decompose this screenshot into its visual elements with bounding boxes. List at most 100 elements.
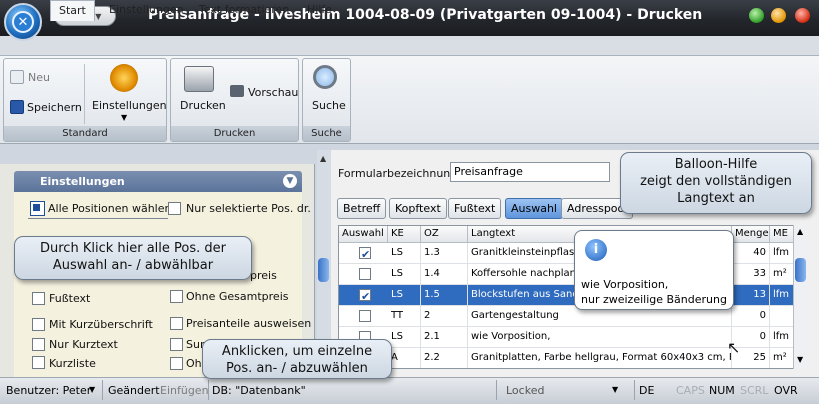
row-checkbox[interactable]	[359, 268, 371, 280]
column-header[interactable]: KE	[388, 226, 421, 243]
select-all-checkbox[interactable]	[30, 201, 45, 216]
cell-menge: 13	[732, 285, 770, 306]
cell-me: lfm	[770, 285, 794, 306]
chevron-down-icon[interactable]: ▼	[797, 355, 803, 364]
cell-oz: 2.2	[421, 348, 468, 368]
print-button[interactable]: Drucken	[180, 99, 226, 112]
save-button[interactable]: Speichern	[27, 101, 82, 114]
nur-kurztext-label: Nur Kurztext	[49, 338, 118, 351]
chevron-up-icon[interactable]: ▲	[320, 154, 326, 163]
divider	[208, 380, 209, 400]
cell-langtext: wie Vorposition,	[468, 327, 732, 348]
ohne-gesamtpreis-checkbox[interactable]	[170, 290, 183, 303]
cell-oz: 1.3	[421, 243, 468, 264]
divider	[496, 380, 497, 400]
column-header[interactable]: ME	[770, 226, 794, 243]
cell-menge: 40	[732, 243, 770, 264]
maximize-button[interactable]	[771, 8, 786, 23]
cell-me: m²	[770, 348, 794, 368]
status-ovr: OVR	[774, 384, 798, 397]
divider	[28, 218, 168, 219]
chevron-down-icon[interactable]: ▼	[89, 385, 95, 394]
scroll-grip[interactable]	[795, 258, 806, 282]
select-all-callout: Durch Klick hier alle Pos. der Auswahl a…	[14, 236, 252, 280]
status-lang: DE	[639, 384, 655, 397]
ohr-checkbox[interactable]	[170, 357, 183, 370]
status-locked[interactable]: Locked	[506, 384, 544, 397]
chevron-down-icon[interactable]: ▼	[121, 113, 127, 122]
balloon-text: Durch Klick hier alle Pos. der	[40, 241, 226, 256]
select-all-label: Alle Positionen wählen	[48, 202, 172, 215]
app-menu-button[interactable]: ✕	[4, 3, 42, 41]
tab-hilfe[interactable]: Hilfe	[299, 0, 340, 20]
info-icon: i	[585, 239, 607, 261]
table-scrollbar[interactable]: ▲ ▼	[793, 225, 808, 369]
settings-header[interactable]: Einstellungen ▼	[14, 171, 302, 192]
option-label-preis: preis	[250, 269, 277, 282]
tab-kopftext[interactable]: Kopftext	[389, 198, 447, 219]
kurzliste-checkbox[interactable]	[32, 356, 45, 369]
sum-checkbox[interactable]	[170, 338, 183, 351]
kurzueberschrift-label: Mit Kurzüberschrift	[49, 318, 153, 331]
tab-start[interactable]: Start	[50, 0, 95, 21]
ribbon-tab-row	[0, 36, 819, 56]
selected-only-label: Nur selektierte Pos. dr.	[186, 202, 311, 215]
preisanteile-checkbox[interactable]	[170, 317, 183, 330]
cell-oz: 1.5	[421, 285, 468, 306]
balloon-text: Langtext an	[677, 191, 755, 206]
cell-menge: 33	[732, 264, 770, 285]
column-header[interactable]: OZ	[421, 226, 468, 243]
column-header[interactable]: Menge	[732, 226, 770, 243]
minimize-button[interactable]	[749, 8, 764, 23]
close-button[interactable]	[795, 8, 810, 23]
cell-menge: 0	[732, 306, 770, 327]
table-row[interactable]: A 2.2 Granitplatten, Farbe hellgrau, For…	[339, 348, 794, 368]
balloon-text: zeigt den vollständigen	[640, 174, 792, 189]
mouse-cursor-icon: ↖	[727, 338, 741, 357]
row-checkbox[interactable]	[359, 289, 371, 303]
group-caption: Suche	[303, 126, 350, 141]
status-db: DB: "Datenbank"	[212, 384, 306, 397]
row-checkbox[interactable]	[359, 247, 371, 261]
balloon-text: Pos. an- / abzuwählen	[226, 361, 368, 376]
preisanteile-label: Preisanteile ausweisen	[186, 317, 312, 330]
chevron-up-icon[interactable]: ▲	[797, 227, 803, 236]
left-panel-header	[0, 150, 315, 164]
table-row[interactable]: LS 2.1 wie Vorposition, 0 lfm	[339, 327, 794, 348]
balloon-text: Auswahl an- / abwählbar	[52, 258, 214, 273]
kurzueberschrift-checkbox[interactable]	[32, 318, 45, 331]
settings-button[interactable]: Einstellungen	[92, 99, 167, 112]
cell-oz: 2	[421, 306, 468, 327]
divider	[84, 64, 85, 124]
group-caption: Drucken	[171, 126, 298, 141]
fusstext-checkbox[interactable]	[32, 292, 45, 305]
search-button[interactable]: Suche	[312, 99, 346, 112]
new-button[interactable]: Neu	[28, 71, 50, 84]
ohne-gesamtpreis-label: Ohne Gesamtpreis	[186, 290, 289, 303]
tab-auswahl[interactable]: Auswahl	[505, 198, 563, 219]
tab-betreff[interactable]: Betreff	[337, 198, 387, 219]
cell-oz: 1.4	[421, 264, 468, 285]
row-checkbox[interactable]	[359, 310, 371, 322]
cell-me: lfm	[770, 327, 794, 348]
status-caps: CAPS	[676, 384, 705, 397]
tab-fusstext[interactable]: Fußtext	[448, 198, 502, 219]
chevron-down-icon[interactable]: ▼	[612, 385, 618, 394]
nur-kurztext-checkbox[interactable]	[32, 338, 45, 351]
selected-only-checkbox[interactable]	[168, 202, 181, 215]
cell-ke: LS	[388, 243, 421, 264]
tab-einstellungen[interactable]: Einstellungen	[101, 0, 192, 20]
collapse-icon[interactable]: ▼	[283, 174, 297, 188]
preview-button[interactable]: Vorschau	[248, 86, 298, 99]
form-name-input[interactable]: Preisanfrage	[450, 162, 610, 182]
cell-me	[770, 306, 794, 327]
status-user[interactable]: Benutzer: Peter	[6, 384, 91, 397]
new-doc-icon	[10, 70, 24, 84]
splitter-grip[interactable]	[318, 258, 329, 282]
cell-ke: LS	[388, 264, 421, 285]
tooltip-text: nur zweizeilige Bänderung	[581, 293, 727, 306]
column-header[interactable]: Auswahl	[339, 226, 388, 243]
status-num: NUM	[709, 384, 735, 397]
balloon-help-callout: Balloon-Hilfe zeigt den vollständigen La…	[620, 152, 812, 214]
tab-text-formatieren[interactable]: Text formatieren	[191, 0, 297, 20]
